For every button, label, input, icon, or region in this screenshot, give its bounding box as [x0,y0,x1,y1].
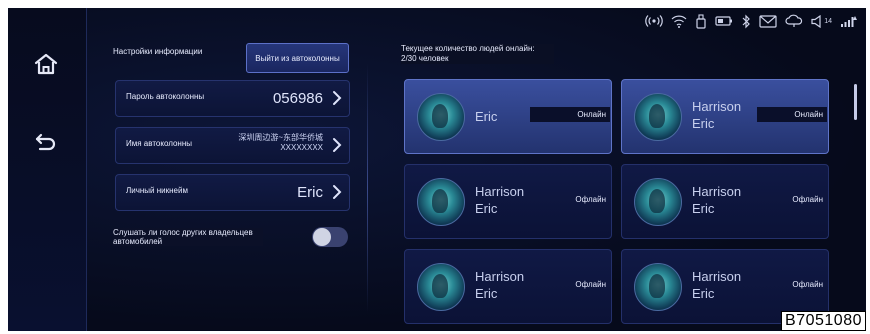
hotspot-icon [645,15,663,27]
column-divider [367,63,368,313]
home-icon [34,53,58,75]
avatar [417,93,465,141]
volume-indicator: 14 [811,14,832,28]
user-name: Eric [475,109,498,124]
voice-setting-label: Слушать ли голос других владельцев автом… [113,228,263,246]
user-status: Офлайн [792,195,823,204]
convoy-name-value: 深圳周边游~东部华侨城 XXXXXXXX [238,133,323,153]
online-count: Текущее количество людей онлайн: 2/30 че… [401,44,554,64]
online-count-label: Текущее количество людей онлайн: [401,44,535,53]
voice-toggle[interactable] [312,227,348,247]
convoy-name-label: Имя автоколонны [126,139,193,148]
volume-icon [811,14,821,28]
chevron-right-icon [333,91,342,105]
convoy-name-line1: 深圳周边游~东部华侨城 [238,133,323,142]
avatar [417,263,465,311]
volume-level: 14 [824,17,832,25]
back-arrow-icon [35,133,56,151]
user-name: Harrison Eric [692,269,742,301]
user-name: Harrison Eric [475,184,525,216]
user-name: Harrison Eric [692,99,742,131]
user-status: Офлайн [575,280,606,289]
user-card[interactable]: Harrison Eric Онлайн [621,79,829,154]
nickname-label: Личный никнейм [126,186,188,195]
convoy-password-value: 056986 [272,90,323,107]
user-name: Harrison Eric [475,269,525,301]
user-status: Онлайн [757,107,827,122]
avatar [634,93,682,141]
user-card[interactable]: Harrison Eric Офлайн [404,164,612,239]
home-button[interactable] [28,46,64,82]
user-card[interactable]: Harrison Eric Офлайн [621,164,829,239]
usb-drive-icon [696,13,706,29]
nickname-value: Eric [297,184,323,201]
exit-convoy-button[interactable]: Выйти из автоколонны [246,43,349,73]
user-card[interactable]: Harrison Eric Офлайн [404,249,612,324]
online-count-value: 2/30 человек [401,54,449,63]
cloud-icon [785,14,803,27]
status-bar: 14 [645,10,858,32]
avatar [634,178,682,226]
wifi-icon [671,15,687,28]
battery-icon [715,16,733,26]
convoy-password-label: Пароль автоколонны [126,92,205,101]
convoy-password-row[interactable]: Пароль автоколонны 056986 [115,80,350,117]
user-name: Harrison Eric [692,184,742,216]
left-nav [8,8,87,331]
user-card[interactable]: Eric Онлайн [404,79,612,154]
signal-icon [841,16,857,27]
chevron-right-icon [333,138,342,152]
toggle-knob [313,228,331,246]
bluetooth-icon [742,14,751,28]
user-status: Офлайн [792,280,823,289]
figure-code: B7051080 [781,311,866,331]
nickname-row[interactable]: Личный никнейм Eric [115,174,350,211]
back-button[interactable] [28,123,64,159]
info-settings-title: Настройки информации [113,47,203,56]
avatar [417,178,465,226]
chevron-right-icon [333,185,342,199]
mail-icon [759,14,777,28]
convoy-name-row[interactable]: Имя автоколонны 深圳周边游~东部华侨城 XXXXXXXX [115,127,350,164]
car-screen: 14 Настройки информации Выйти из автокол… [8,8,866,331]
user-status: Онлайн [530,107,610,122]
convoy-name-line2: XXXXXXXX [280,143,323,152]
avatar [634,263,682,311]
user-status: Офлайн [575,195,606,204]
scrollbar[interactable] [854,84,857,120]
